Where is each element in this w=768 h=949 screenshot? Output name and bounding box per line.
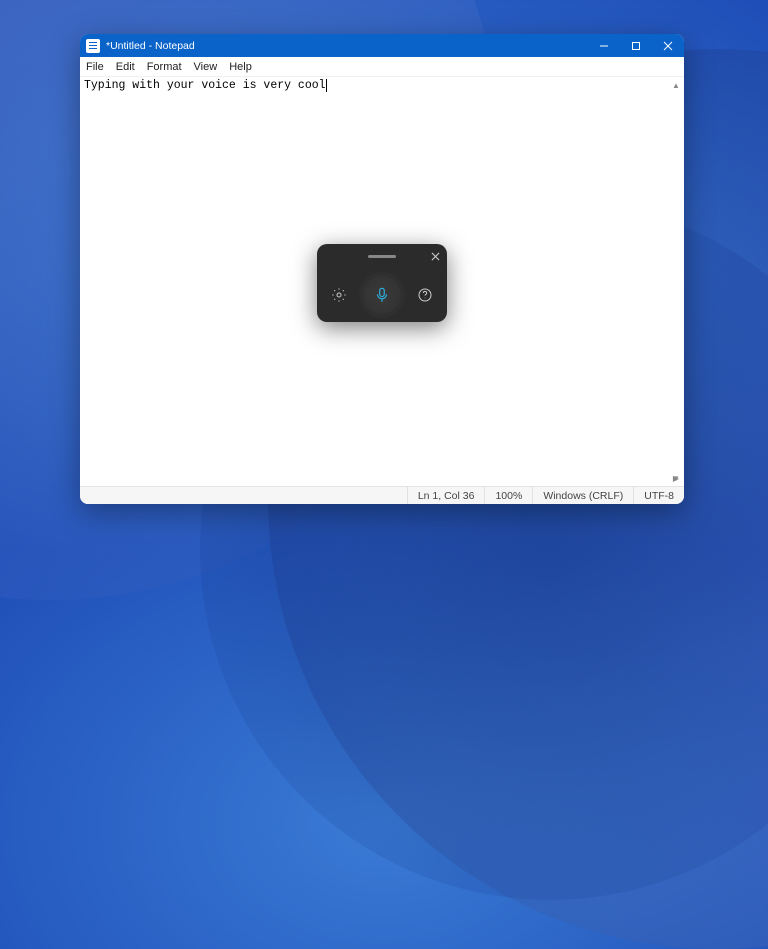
statusbar: Ln 1, Col 36 100% Windows (CRLF) UTF-8 [80, 486, 684, 504]
menu-format[interactable]: Format [141, 57, 188, 76]
voice-help-button[interactable] [415, 285, 435, 305]
minimize-button[interactable] [588, 34, 620, 57]
maximize-button[interactable] [620, 34, 652, 57]
editor-content: Typing with your voice is very cool [84, 79, 326, 92]
menu-view[interactable]: View [188, 57, 224, 76]
status-line-ending: Windows (CRLF) [532, 487, 633, 504]
menu-edit[interactable]: Edit [110, 57, 141, 76]
app-icon [86, 39, 100, 53]
drag-handle-icon[interactable] [368, 255, 396, 258]
microphone-button[interactable] [363, 276, 401, 314]
voice-close-button[interactable] [427, 248, 443, 264]
status-position: Ln 1, Col 36 [407, 487, 485, 504]
status-zoom[interactable]: 100% [484, 487, 532, 504]
close-button[interactable] [652, 34, 684, 57]
scroll-right-icon[interactable]: ▶ [668, 470, 684, 486]
vertical-scrollbar[interactable]: ▲ ▼ [668, 77, 684, 486]
menubar: File Edit Format View Help [80, 57, 684, 77]
voice-typing-panel[interactable] [317, 244, 447, 322]
titlebar[interactable]: *Untitled - Notepad [80, 34, 684, 57]
scroll-up-icon[interactable]: ▲ [668, 77, 684, 93]
text-caret [326, 79, 327, 92]
voice-panel-header[interactable] [317, 244, 447, 268]
status-encoding: UTF-8 [633, 487, 684, 504]
window-title: *Untitled - Notepad [106, 40, 195, 52]
menu-file[interactable]: File [80, 57, 110, 76]
menu-help[interactable]: Help [223, 57, 258, 76]
voice-settings-button[interactable] [329, 285, 349, 305]
